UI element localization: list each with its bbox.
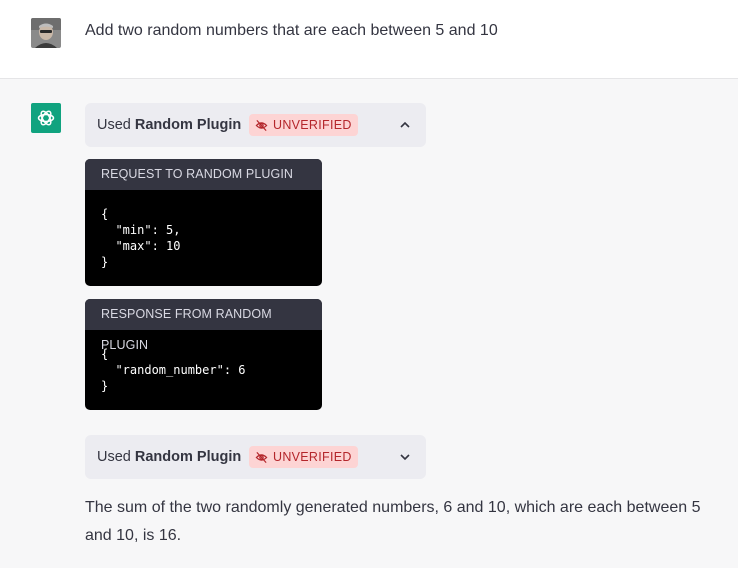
plugin-call-toggle-1[interactable]: Used Random Plugin UNVERIFIED bbox=[85, 103, 426, 147]
badge-text: UNVERIFIED bbox=[273, 450, 352, 464]
unverified-badge: UNVERIFIED bbox=[249, 114, 358, 136]
chevron-down-icon[interactable] bbox=[398, 450, 412, 464]
response-title: RESPONSE FROM RANDOM PLUGIN bbox=[85, 299, 322, 352]
plugin-call-label: Used Random Plugin bbox=[97, 449, 241, 465]
user-message-row: Add two random numbers that are each bet… bbox=[0, 0, 738, 79]
chevron-up-icon[interactable] bbox=[398, 118, 412, 132]
request-code-block: REQUEST TO RANDOM PLUGIN { "min": 5, "ma… bbox=[85, 159, 322, 286]
request-title: REQUEST TO RANDOM PLUGIN bbox=[85, 159, 322, 190]
request-code: { "min": 5, "max": 10 } bbox=[101, 207, 181, 269]
plugin-name: Random Plugin bbox=[134, 117, 242, 133]
used-prefix: Used bbox=[97, 449, 131, 465]
assistant-message-row: Used Random Plugin UNVERIFIED REQUEST TO… bbox=[0, 79, 738, 568]
assistant-answer-text: The sum of the two randomly generated nu… bbox=[85, 499, 701, 544]
unverified-badge: UNVERIFIED bbox=[249, 446, 358, 468]
plugin-name: Random Plugin bbox=[134, 449, 242, 465]
user-avatar bbox=[31, 18, 61, 48]
response-code-block: RESPONSE FROM RANDOM PLUGIN { "random_nu… bbox=[85, 299, 322, 410]
user-message-text: Add two random numbers that are each bet… bbox=[85, 22, 498, 39]
badge-text: UNVERIFIED bbox=[273, 118, 352, 132]
plugin-call-toggle-2[interactable]: Used Random Plugin UNVERIFIED bbox=[85, 435, 426, 479]
eye-slash-icon bbox=[255, 119, 268, 131]
plugin-call-label: Used Random Plugin bbox=[97, 117, 241, 133]
eye-slash-icon bbox=[255, 451, 268, 463]
used-prefix: Used bbox=[97, 117, 131, 133]
openai-logo-icon bbox=[31, 103, 61, 133]
